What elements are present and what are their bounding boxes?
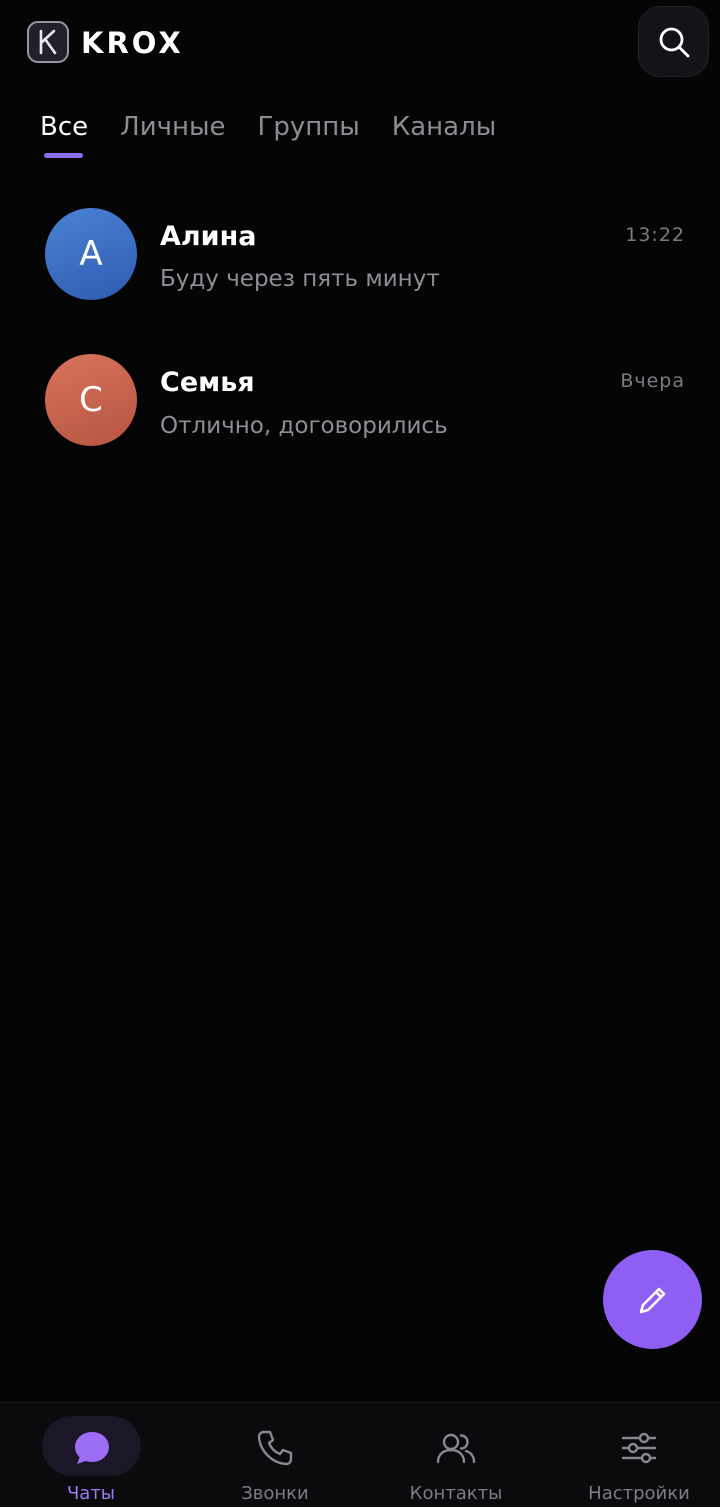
new-chat-button[interactable] [603, 1250, 702, 1349]
chat-list-item[interactable]: А Алина Буду через пять минут 13:22 [0, 200, 720, 310]
tab-all[interactable]: Все [40, 108, 88, 168]
chat-time: 13:22 [625, 224, 685, 246]
nav-label: Настройки [588, 1483, 690, 1504]
chat-time: Вчера [620, 370, 685, 392]
tab-personal[interactable]: Личные [120, 108, 225, 168]
search-button[interactable] [638, 6, 709, 77]
chat-last-message: Отлично, договорились [160, 413, 448, 439]
nav-contacts[interactable]: Контакты [366, 1403, 546, 1507]
k-logo-icon [27, 21, 69, 63]
avatar: С [45, 354, 137, 446]
nav-chats[interactable]: Чаты [0, 1403, 180, 1507]
tab-groups[interactable]: Группы [257, 108, 359, 168]
chat-name: Алина [160, 221, 257, 252]
chat-list-item[interactable]: С Семья Отлично, договорились Вчера [0, 346, 720, 456]
sliders-icon [621, 1432, 657, 1464]
chat-bubble-icon [75, 1432, 109, 1464]
nav-calls[interactable]: Звонки [185, 1403, 365, 1507]
chats-screen: KROX Все Личные Группы Каналы А Алина Бу… [0, 0, 720, 1507]
search-icon [659, 27, 689, 57]
nav-label: Контакты [409, 1483, 503, 1504]
k-logo-glyph [39, 29, 57, 55]
pencil-icon [639, 1287, 665, 1313]
active-tab-indicator [44, 153, 83, 158]
tab-channels[interactable]: Каналы [392, 108, 496, 168]
phone-icon [257, 1430, 293, 1466]
contacts-icon [436, 1433, 476, 1464]
avatar: А [45, 208, 137, 300]
bottom-navigation: Чаты Звонки Контакты Настройки [0, 1402, 720, 1507]
chat-filter-tabs: Все Личные Группы Каналы [40, 108, 528, 168]
nav-label: Чаты [66, 1483, 116, 1504]
chat-name: Семья [160, 367, 255, 398]
nav-settings[interactable]: Настройки [549, 1403, 720, 1507]
app-header: KROX [0, 0, 720, 90]
nav-label: Звонки [241, 1483, 309, 1504]
app-title: KROX [81, 26, 184, 60]
chat-last-message: Буду через пять минут [160, 266, 440, 292]
